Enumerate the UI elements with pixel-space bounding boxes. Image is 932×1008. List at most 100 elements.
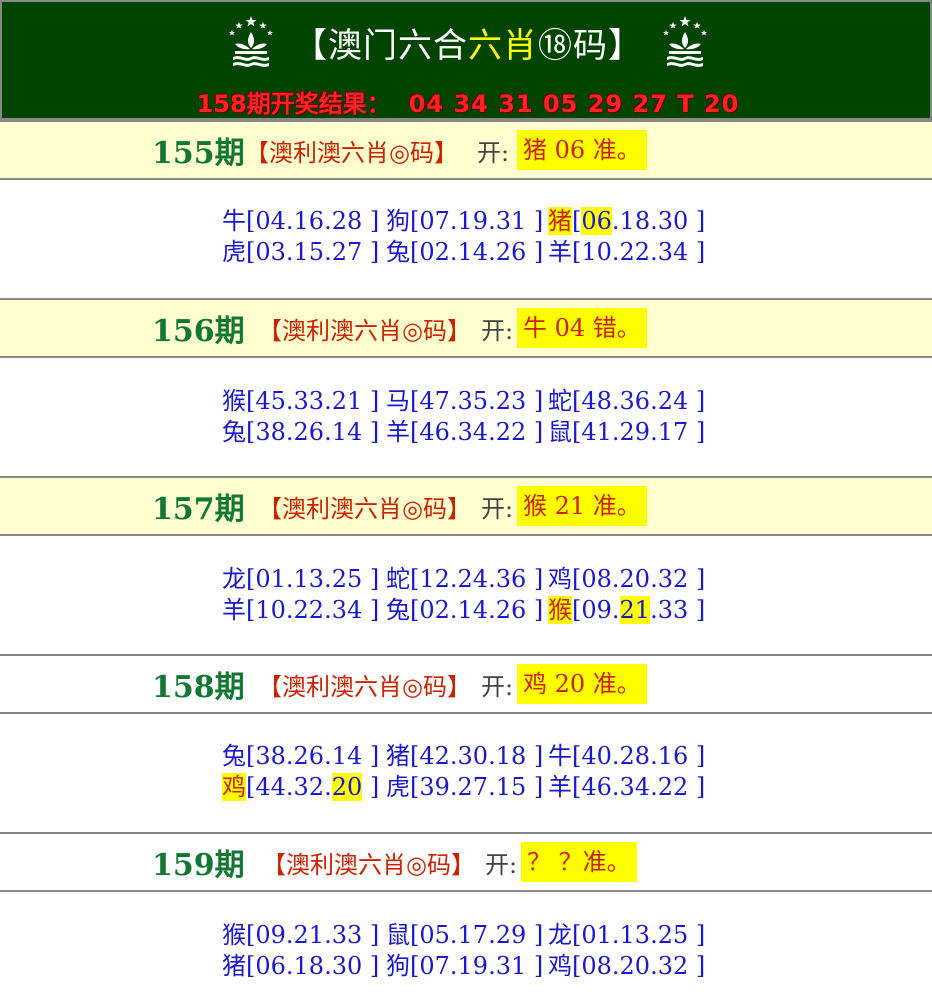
macau-emblem-right-icon <box>663 16 707 67</box>
zodiac-name: 鸡 <box>548 565 572 593</box>
zodiac-entry: 猴[09.21.33 ] <box>548 595 705 625</box>
draw-result-label: 158期开奖结果： <box>196 90 391 118</box>
draw-result: 158期开奖结果： 04 34 31 05 29 27 T 20 <box>2 84 932 118</box>
zodiac-name: 龙 <box>548 921 572 949</box>
zodiac-name: 蛇 <box>548 387 572 415</box>
zodiac-name: 猴 <box>222 921 246 949</box>
zodiac-numbers: [03.15.27 ] <box>246 238 380 266</box>
zodiac-numbers: [42.30.18 ] <box>410 742 544 770</box>
page-title: 【澳门六合六肖⑱码】 <box>293 25 643 66</box>
zodiac-name: 兔 <box>222 742 246 770</box>
zodiac-numbers: [44.32.20 ] <box>246 773 380 801</box>
hit-number: 21 <box>619 596 651 624</box>
zodiac-numbers: [10.22.34 ] <box>572 238 706 266</box>
period-answer: ？ ？准。 <box>521 842 637 882</box>
period-number: 156期 <box>152 314 245 349</box>
zodiac-entry: 鸡[08.20.32 ] <box>548 951 705 981</box>
zodiac-entry: 猴[09.21.33 ] <box>222 920 379 950</box>
zodiac-entry: 龙[01.13.25 ] <box>222 564 379 594</box>
hit-number: 20 <box>331 773 363 801</box>
zodiac-name: 虎 <box>222 238 246 266</box>
zodiac-name: 猪 <box>222 952 246 980</box>
period-header: 159期 【澳利澳六肖◎码】 开:？ ？准。 <box>0 832 932 892</box>
zodiac-numbers: [08.20.32 ] <box>572 565 706 593</box>
zodiac-name: 鸡 <box>548 952 572 980</box>
zodiac-entry: 鼠[41.29.17 ] <box>548 417 705 447</box>
period-number: 157期 <box>152 492 245 527</box>
open-label: 开: <box>485 850 518 879</box>
zodiac-name: 虎 <box>386 773 410 801</box>
zodiac-numbers: [47.35.23 ] <box>410 387 544 415</box>
zodiac-numbers: [38.26.14 ] <box>246 742 380 770</box>
zodiac-numbers: [10.22.34 ] <box>246 596 380 624</box>
zodiac-name: 牛 <box>548 742 572 770</box>
zodiac-entry: 虎[39.27.15 ] <box>386 772 543 802</box>
zodiac-entry: 马[47.35.23 ] <box>386 386 543 416</box>
zodiac-entry: 狗[07.19.31 ] <box>386 951 543 981</box>
period-answer: 猪 06 准。 <box>517 130 647 170</box>
zodiac-name: 鼠 <box>386 921 410 949</box>
zodiac-entry: 羊[10.22.34 ] <box>222 595 379 625</box>
zodiac-name: 龙 <box>222 565 246 593</box>
zodiac-entry: 虎[03.15.27 ] <box>222 237 379 267</box>
zodiac-entry: 蛇[12.24.36 ] <box>386 564 543 594</box>
zodiac-entry: 兔[38.26.14 ] <box>222 417 379 447</box>
plan-label: 【澳利澳六肖◎码】 <box>258 494 471 523</box>
zodiac-numbers: [05.17.29 ] <box>410 921 544 949</box>
zodiac-numbers: [04.16.28 ] <box>246 207 380 235</box>
zodiac-entry: 兔[38.26.14 ] <box>222 741 379 771</box>
zodiac-numbers: [45.33.21 ] <box>246 387 380 415</box>
open-label: 开: <box>481 494 514 523</box>
zodiac-name: 兔 <box>386 238 410 266</box>
period-answer: 牛 04 错。 <box>517 308 647 348</box>
zodiac-numbers: [46.34.22 ] <box>572 773 706 801</box>
zodiac-numbers: [39.27.15 ] <box>410 773 544 801</box>
period-number: 159期 <box>152 848 245 883</box>
draw-result-numbers: 04 34 31 05 29 27 T 20 <box>408 90 740 118</box>
zodiac-numbers: [01.13.25 ] <box>246 565 380 593</box>
period-answer: 鸡 20 准。 <box>517 664 647 704</box>
zodiac-numbers: [07.19.31 ] <box>410 952 544 980</box>
zodiac-numbers: [09.21.33 ] <box>246 921 380 949</box>
hit-number: 06 <box>581 207 612 235</box>
zodiac-numbers: [46.34.22 ] <box>410 418 544 446</box>
zodiac-name: 蛇 <box>386 565 410 593</box>
zodiac-entry: 猪[06.18.30 ] <box>548 206 705 236</box>
zodiac-numbers: [48.36.24 ] <box>572 387 706 415</box>
zodiac-name: 鼠 <box>548 418 572 446</box>
period-answer: 猴 21 准。 <box>517 486 647 526</box>
zodiac-name: 狗 <box>386 952 410 980</box>
zodiac-entry: 猪[42.30.18 ] <box>386 741 543 771</box>
period-header: 158期 【澳利澳六肖◎码】 开: 鸡 20 准。 <box>0 654 932 714</box>
title-row: 【澳门六合六肖⑱码】 <box>2 10 932 74</box>
zodiac-name: 猪 <box>548 207 572 235</box>
open-label: 开: <box>477 138 510 167</box>
plan-label: 【澳利澳六肖◎码】 <box>262 850 475 879</box>
zodiac-entry: 兔[02.14.26 ] <box>386 237 543 267</box>
zodiac-entry: 羊[46.34.22 ] <box>386 417 543 447</box>
zodiac-name: 兔 <box>386 596 410 624</box>
zodiac-entry: 狗[07.19.31 ] <box>386 206 543 236</box>
zodiac-numbers: [09.21.33 ] <box>572 596 706 624</box>
zodiac-entry: 羊[46.34.22 ] <box>548 772 705 802</box>
zodiac-numbers: [08.20.32 ] <box>572 952 706 980</box>
period-header: 155期 【澳利澳六肖◎码】 开: 猪 06 准。 <box>0 120 932 180</box>
zodiac-numbers: [41.29.17 ] <box>572 418 706 446</box>
zodiac-entry: 鸡[44.32.20 ] <box>222 772 379 802</box>
zodiac-name: 马 <box>386 387 410 415</box>
zodiac-name: 狗 <box>386 207 410 235</box>
zodiac-entry: 兔[02.14.26 ] <box>386 595 543 625</box>
plan-label: 【澳利澳六肖◎码】 <box>258 316 471 345</box>
plan-label: 【澳利澳六肖◎码】 <box>245 138 458 167</box>
zodiac-entry: 鼠[05.17.29 ] <box>386 920 543 950</box>
zodiac-entry: 羊[10.22.34 ] <box>548 237 705 267</box>
zodiac-name: 猴 <box>548 596 572 624</box>
zodiac-numbers: [07.19.31 ] <box>410 207 544 235</box>
zodiac-numbers: [06.18.30 ] <box>572 207 706 235</box>
plan-label: 【澳利澳六肖◎码】 <box>258 672 471 701</box>
open-label: 开: <box>481 316 514 345</box>
zodiac-entry: 牛[40.28.16 ] <box>548 741 705 771</box>
zodiac-name: 猪 <box>386 742 410 770</box>
zodiac-numbers: [02.14.26 ] <box>410 238 544 266</box>
zodiac-entry: 龙[01.13.25 ] <box>548 920 705 950</box>
